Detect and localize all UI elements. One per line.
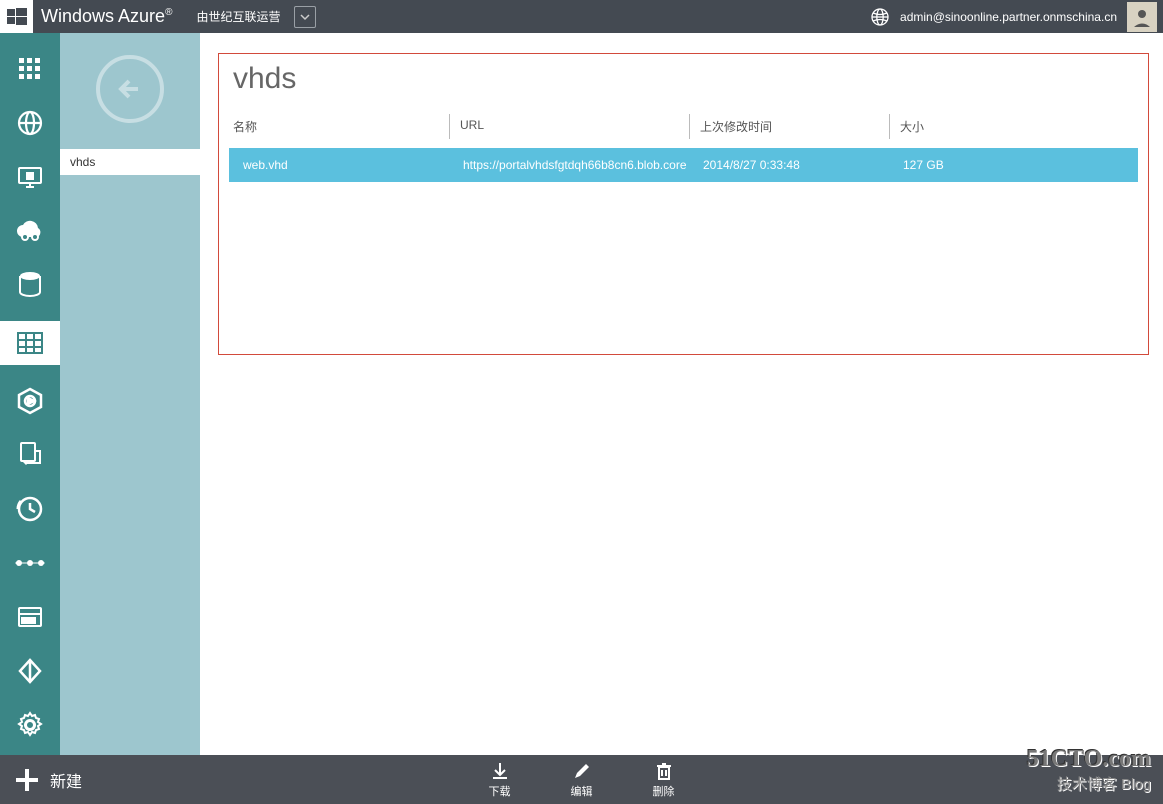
windows-logo-icon xyxy=(0,0,33,33)
edit-button[interactable]: 编辑 xyxy=(571,761,593,799)
nav-media-services[interactable] xyxy=(12,383,48,419)
column-header-size[interactable]: 大小 xyxy=(889,114,1138,139)
nav-cloud-services[interactable] xyxy=(12,213,48,249)
cell-size: 127 GB xyxy=(889,158,1138,172)
user-avatar-icon[interactable] xyxy=(1127,2,1157,32)
download-label: 下载 xyxy=(489,783,511,799)
new-button-label: 新建 xyxy=(50,768,82,792)
brand-subtitle: 由世纪互联运营 xyxy=(196,8,280,25)
delete-button[interactable]: 删除 xyxy=(653,761,675,799)
left-nav-rail: DB xyxy=(0,33,60,755)
column-header-name[interactable]: 名称 xyxy=(229,114,449,139)
top-bar: Windows Azure® 由世纪互联运营 admin@sinoonline.… xyxy=(0,0,1163,33)
nav-scheduler[interactable] xyxy=(12,491,48,527)
download-icon xyxy=(490,761,510,781)
column-header-url[interactable]: URL xyxy=(449,114,689,139)
content-panel: vhds 名称 URL 上次修改时间 大小 web.vhd https://po… xyxy=(218,53,1149,355)
column-header-modified[interactable]: 上次修改时间 xyxy=(689,114,889,139)
nav-networks[interactable] xyxy=(12,545,48,581)
download-button[interactable]: 下载 xyxy=(489,761,511,799)
table-header: 名称 URL 上次修改时间 大小 xyxy=(229,114,1138,140)
pencil-icon xyxy=(572,761,592,781)
globe-icon[interactable] xyxy=(870,7,890,27)
nav-dropdown-button[interactable] xyxy=(294,6,316,28)
chevron-down-icon xyxy=(299,11,311,23)
cell-modified: 2014/8/27 0:33:48 xyxy=(689,158,889,172)
cell-url: https://portalvhdsfgtdqh66b8cn6.blob.cor… xyxy=(449,158,689,172)
table-row[interactable]: web.vhd https://portalvhdsfgtdqh66b8cn6.… xyxy=(229,148,1138,182)
svg-text:DB: DB xyxy=(24,283,37,293)
page-title: vhds xyxy=(233,62,1138,96)
nav-virtual-machines[interactable] xyxy=(12,159,48,195)
nav-all-items[interactable] xyxy=(12,51,48,87)
nav-storage[interactable] xyxy=(0,321,60,365)
secondary-nav-column: vhds xyxy=(60,33,200,755)
back-button[interactable] xyxy=(96,55,164,123)
user-email[interactable]: admin@sinoonline.partner.onmschina.cn xyxy=(900,10,1117,24)
nav-websites[interactable] xyxy=(12,105,48,141)
brand-title: Windows Azure® xyxy=(41,6,172,27)
delete-label: 删除 xyxy=(653,783,675,799)
nav-active-directory[interactable] xyxy=(12,653,48,689)
cell-name: web.vhd xyxy=(229,158,449,172)
trash-icon xyxy=(654,761,674,781)
nav-sql-databases[interactable]: DB xyxy=(12,267,48,303)
secondary-nav-item-vhds[interactable]: vhds xyxy=(60,149,200,175)
nav-settings[interactable] xyxy=(12,707,48,743)
main-content: vhds 名称 URL 上次修改时间 大小 web.vhd https://po… xyxy=(200,33,1163,755)
new-button[interactable]: 新建 xyxy=(0,767,82,793)
edit-label: 编辑 xyxy=(571,783,593,799)
nav-traffic-manager[interactable] xyxy=(12,599,48,635)
bottom-command-bar: 新建 下载 编辑 删除 xyxy=(0,755,1163,804)
plus-icon xyxy=(14,767,40,793)
nav-service-bus[interactable] xyxy=(12,437,48,473)
